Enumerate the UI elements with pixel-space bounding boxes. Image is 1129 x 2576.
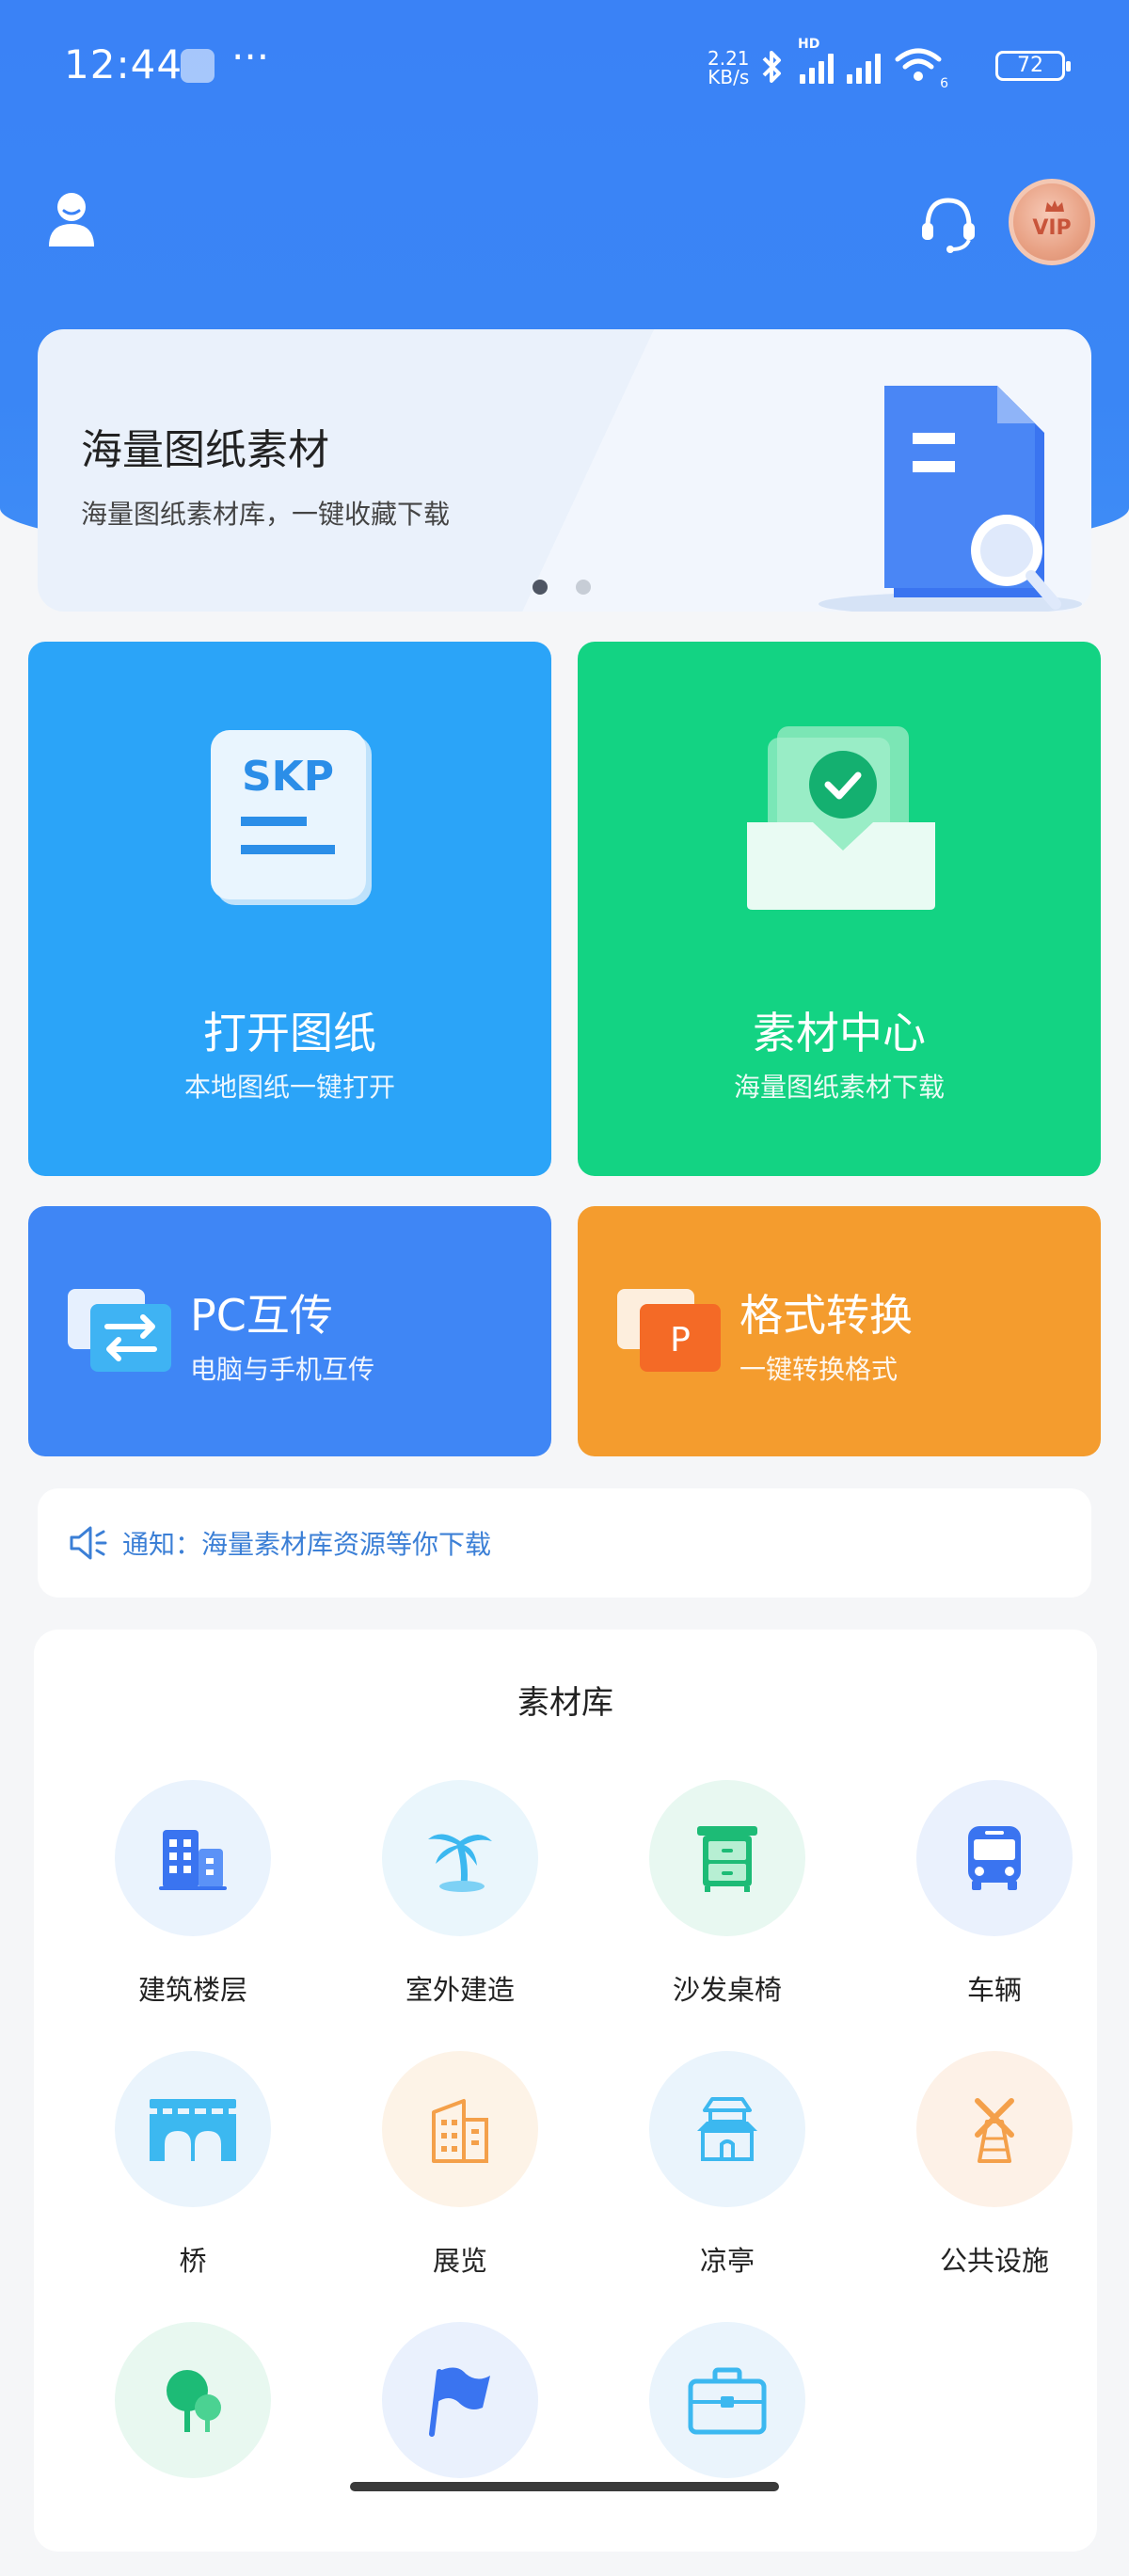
vip-badge-button[interactable]: VIP <box>1009 179 1095 265</box>
vip-label: VIP <box>1032 215 1072 240</box>
status-icons: HD 6 <box>758 37 948 91</box>
category-icon-circle <box>916 2051 1073 2207</box>
bluetooth-icon <box>762 51 781 83</box>
category-bridge[interactable]: 桥 <box>64 2051 290 2305</box>
bus-icon <box>968 1826 1021 1890</box>
customer-service-headset-icon[interactable] <box>916 191 980 255</box>
category-briefcase[interactable] <box>598 2322 824 2576</box>
promo-banner[interactable]: 海量图纸素材 海量图纸素材库，一键收藏下载 <box>38 329 1091 612</box>
transfer-arrows-icon <box>68 1289 171 1372</box>
category-flag[interactable] <box>331 2322 557 2576</box>
notice-text: 通知：海量素材库资源等你下载 <box>122 1529 492 1560</box>
more-dots-icon: ··· <box>231 34 270 80</box>
speaker-icon <box>70 1526 107 1560</box>
briefcase-icon <box>688 2367 767 2435</box>
category-label: 沙发桌椅 <box>672 1974 782 2006</box>
material-center-tile[interactable]: 素材中心 海量图纸素材下载 <box>578 642 1101 1176</box>
category-label: 凉亭 <box>699 2245 755 2277</box>
category-icon-circle <box>649 2322 805 2478</box>
material-center-subtitle: 海量图纸素材下载 <box>733 1072 945 1103</box>
bridge-icon <box>150 2099 236 2161</box>
cabinet-icon <box>697 1826 757 1892</box>
signal-2-icon <box>847 50 881 84</box>
category-icon-circle <box>916 1780 1073 1936</box>
pagination-dot[interactable] <box>576 580 591 595</box>
category-pavilion[interactable]: 凉亭 <box>598 2051 824 2305</box>
format-convert-subtitle: 一键转换格式 <box>739 1354 898 1385</box>
hd-label: HD <box>798 37 820 52</box>
category-label: 展览 <box>432 2245 487 2277</box>
category-icon-circle <box>382 2051 538 2207</box>
format-convert-tile[interactable]: P 格式转换 一键转换格式 <box>578 1206 1101 1456</box>
format-convert-title: 格式转换 <box>739 1290 913 1341</box>
ppt-icon-text: P <box>670 1321 691 1360</box>
pagination-dot-active[interactable] <box>533 580 548 595</box>
banner-pagination <box>533 580 591 595</box>
material-library-panel: 素材库 建筑楼层 室外建造 沙发桌椅 车辆 桥 展览 凉亭 公共设施 <box>34 1630 1097 2552</box>
category-furniture[interactable]: 沙发桌椅 <box>598 1780 824 2034</box>
category-icon-circle <box>115 2051 271 2207</box>
home-indicator[interactable] <box>350 2482 779 2491</box>
document-search-icon <box>819 386 1082 612</box>
banner-title: 海量图纸素材 <box>81 426 329 474</box>
category-exhibition[interactable]: 展览 <box>331 2051 557 2305</box>
pavilion-icon <box>697 2097 757 2161</box>
category-label: 建筑楼层 <box>137 1974 247 2006</box>
signal-1-icon <box>800 50 834 84</box>
pc-transfer-tile[interactable]: PC互传 电脑与手机互传 <box>28 1206 551 1456</box>
skp-file-icon: SKP <box>211 730 372 905</box>
banner-subtitle: 海量图纸素材库，一键收藏下载 <box>81 499 451 530</box>
wrench-icon <box>181 49 215 83</box>
category-icon-circle <box>382 2322 538 2478</box>
category-vehicle[interactable]: 车辆 <box>866 1780 1091 2034</box>
windmill-icon <box>975 2098 1014 2163</box>
network-speed: 2.21 KB/s <box>708 49 750 87</box>
pc-transfer-subtitle: 电脑与手机互传 <box>190 1354 375 1385</box>
category-building[interactable]: 建筑楼层 <box>64 1780 290 2034</box>
open-drawing-title: 打开图纸 <box>203 1008 376 1058</box>
category-outdoor[interactable]: 室外建造 <box>331 1780 557 2034</box>
category-label: 车辆 <box>966 1974 1022 2006</box>
notice-bar[interactable]: 通知：海量素材库资源等你下载 <box>38 1488 1091 1598</box>
category-icon-circle <box>649 1780 805 1936</box>
exhibition-building-icon <box>432 2099 488 2163</box>
category-tree[interactable] <box>64 2322 290 2576</box>
flag-icon <box>429 2367 490 2437</box>
ppt-file-icon: P <box>617 1289 721 1372</box>
pc-transfer-title: PC互传 <box>190 1290 333 1341</box>
category-icon-circle <box>115 1780 271 1936</box>
wifi-sub-label: 6 <box>940 76 948 91</box>
wifi-icon <box>895 48 942 81</box>
open-drawing-subtitle: 本地图纸一键打开 <box>183 1072 395 1103</box>
material-center-title: 素材中心 <box>753 1008 926 1058</box>
network-speed-value: 2.21 <box>708 47 750 70</box>
status-time: 12:44 <box>64 41 183 87</box>
crown-icon <box>1045 200 1064 212</box>
inbox-check-icon <box>747 726 935 910</box>
user-profile-button[interactable] <box>43 188 100 254</box>
network-speed-unit: KB/s <box>708 66 750 88</box>
category-public-facilities[interactable]: 公共设施 <box>866 2051 1091 2305</box>
skp-icon-text: SKP <box>242 753 334 801</box>
category-label: 室外建造 <box>405 1974 515 2006</box>
tree-icon <box>167 2370 221 2432</box>
building-icon <box>159 1830 227 1890</box>
palm-tree-icon <box>428 1834 492 1892</box>
category-label: 公共设施 <box>939 2245 1049 2277</box>
category-icon-circle <box>115 2322 271 2478</box>
category-label: 桥 <box>179 2245 207 2277</box>
open-drawing-tile[interactable]: SKP 打开图纸 本地图纸一键打开 <box>28 642 551 1176</box>
category-icon-circle <box>649 2051 805 2207</box>
battery-indicator: 72 <box>995 51 1071 81</box>
category-icon-circle <box>382 1780 538 1936</box>
library-title: 素材库 <box>517 1684 613 1722</box>
status-bar: 12:44 ··· 2.21 KB/s HD 6 72 <box>0 0 1129 132</box>
